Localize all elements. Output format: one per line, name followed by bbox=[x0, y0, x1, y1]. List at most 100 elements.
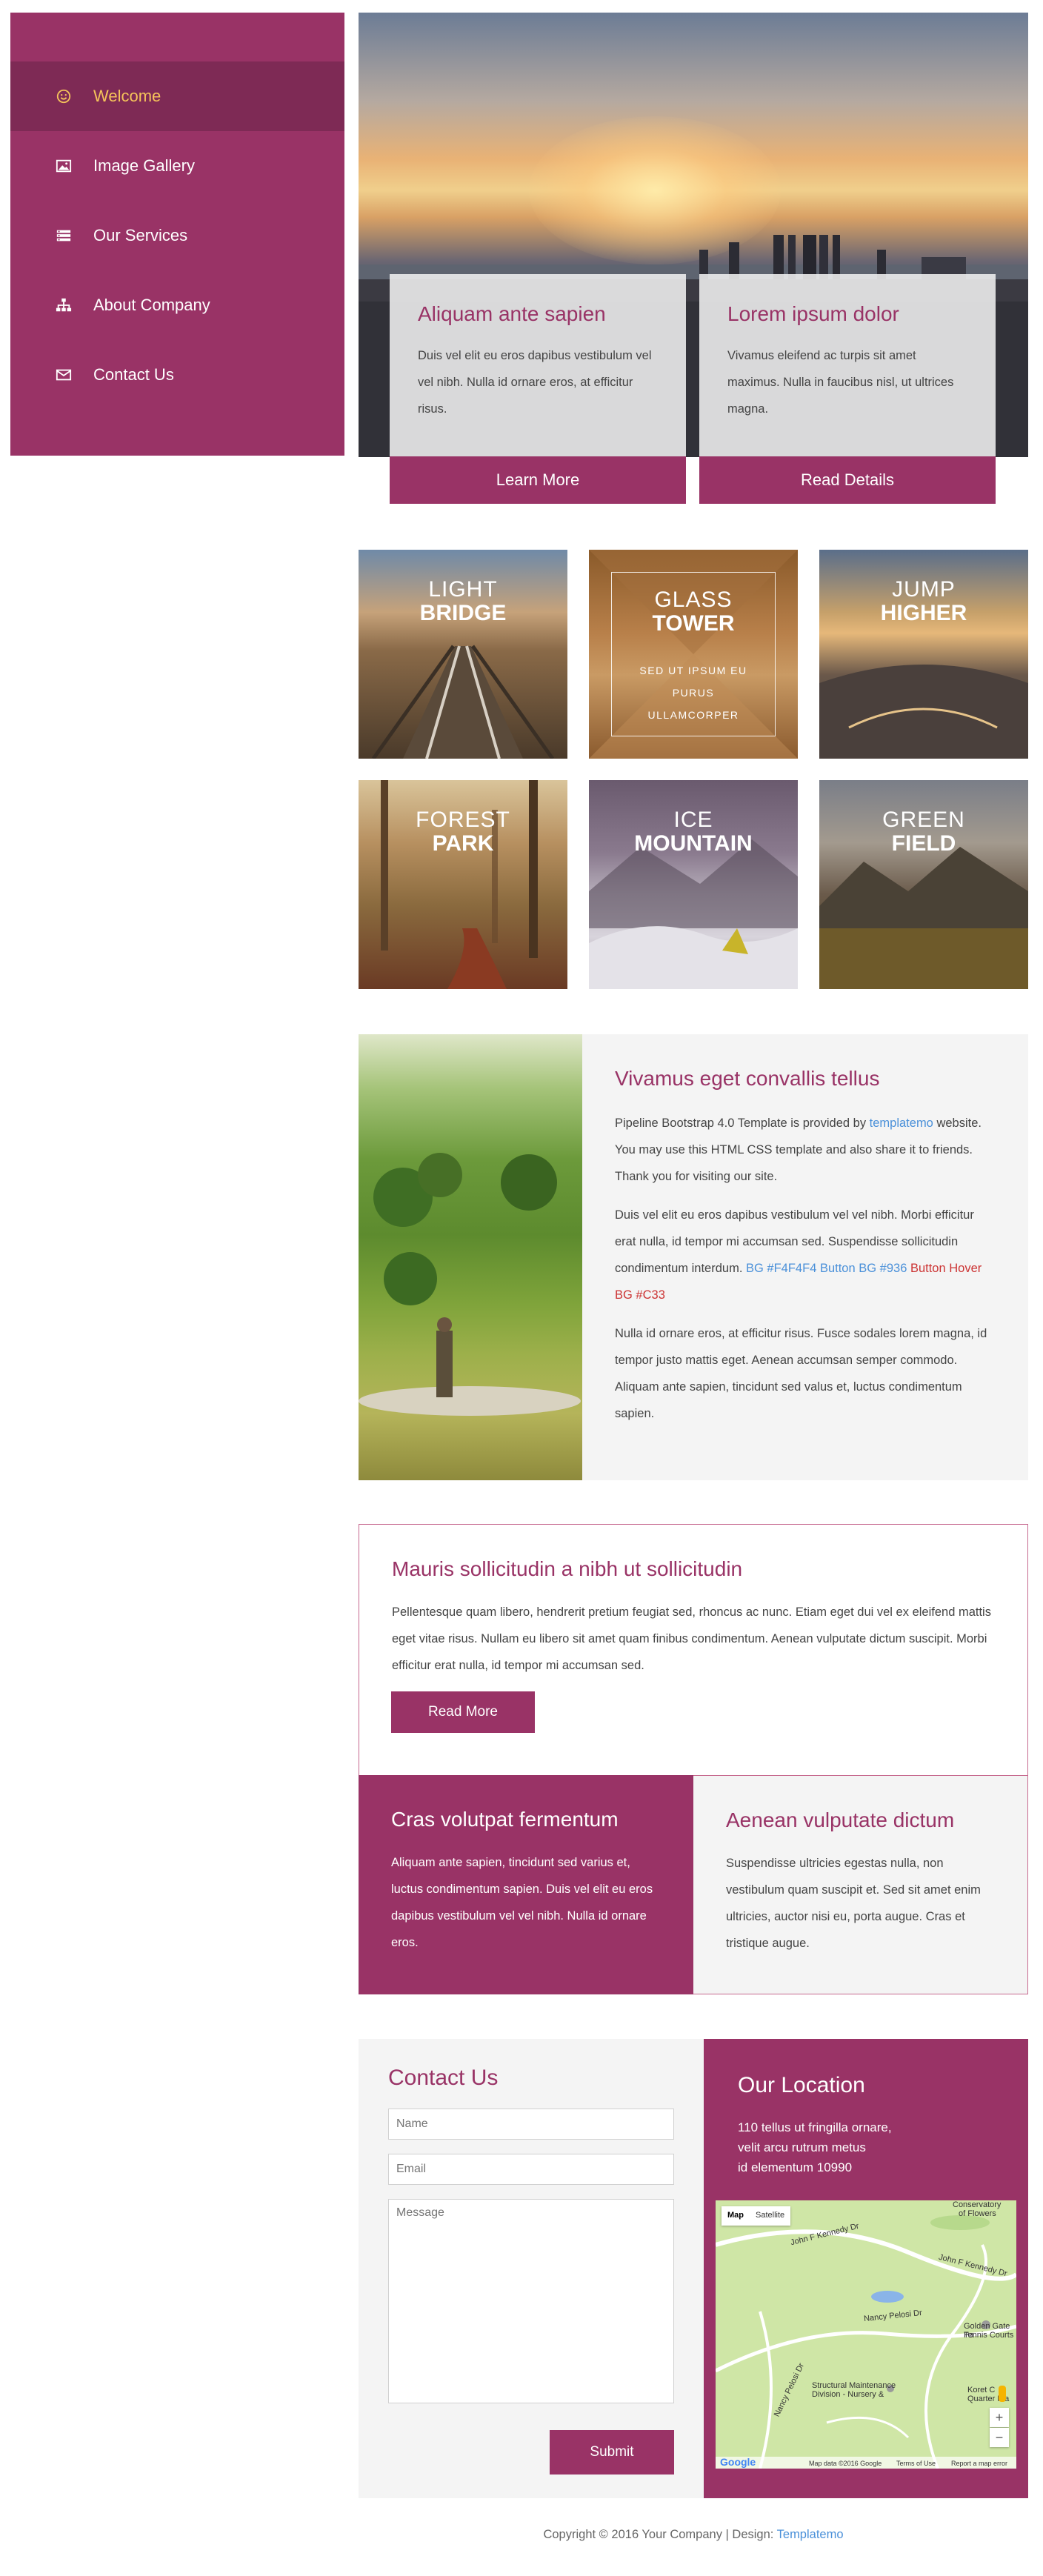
map-data-credit: Map data ©2016 Google bbox=[809, 2460, 882, 2467]
address-line-1: 110 tellus ut fringilla ornare, bbox=[738, 2120, 892, 2134]
zoom-out-button[interactable]: − bbox=[990, 2428, 1009, 2447]
aenean-text: Suspendisse ultricies egestas nulla, non… bbox=[726, 1857, 981, 1950]
google-logo: Google bbox=[720, 2456, 756, 2468]
contact-form-section: Contact Us Submit bbox=[359, 2039, 704, 2498]
list-icon bbox=[55, 227, 73, 244]
sidebar-nav: Welcome Image Gallery Our Services About… bbox=[10, 13, 344, 456]
gallery-tile-title-bold: PARK bbox=[432, 831, 494, 856]
shepherd-hill-image bbox=[359, 1034, 582, 1480]
hero-card-title: Aliquam ante sapien bbox=[418, 302, 606, 325]
cras-section: Cras volutpat fermentum Aliquam ante sap… bbox=[359, 1775, 693, 1994]
mauris-text: Pellentesque quam libero, hendrerit pret… bbox=[392, 1605, 991, 1672]
cras-title: Cras volutpat fermentum bbox=[391, 1808, 619, 1831]
gallery-tile-title: LIGHT BRIDGE bbox=[359, 578, 567, 625]
gallery-tile-title-bold: HIGHER bbox=[880, 601, 967, 625]
gallery-tile-title-light: ICE bbox=[673, 808, 713, 832]
gallery-tile-title-light: GREEN bbox=[882, 808, 965, 832]
sidebar-item-label: Contact Us bbox=[93, 365, 174, 384]
google-map[interactable]: Map Satellite Conservatory of Flowers Jo… bbox=[716, 2200, 1016, 2469]
sidebar-item-label: Our Services bbox=[93, 226, 188, 244]
read-details-button[interactable]: Read Details bbox=[699, 456, 996, 504]
learn-more-button[interactable]: Learn More bbox=[390, 456, 686, 504]
mauris-title: Mauris sollicitudin a nibh ut sollicitud… bbox=[392, 1557, 743, 1580]
about-paragraph-1: Pipeline Bootstrap 4.0 Template is provi… bbox=[615, 1110, 996, 1190]
gallery-tile-title: JUMP HIGHER bbox=[819, 578, 1028, 625]
map-label: Structural Maintenance bbox=[812, 2381, 896, 2390]
templatemo-footer-link[interactable]: Templatemo bbox=[777, 2528, 844, 2541]
gallery-tile-title-light: JUMP bbox=[892, 577, 956, 602]
aenean-title: Aenean vulputate dictum bbox=[726, 1808, 955, 1831]
gallery-tile-title: ICE MOUNTAIN bbox=[589, 808, 798, 856]
terms-link[interactable]: Terms of Use bbox=[896, 2459, 936, 2468]
copyright-text: Copyright © 2016 Your Company | Design: bbox=[543, 2528, 777, 2541]
color-note-blue: BG #F4F4F4 Button BG #936 bbox=[746, 1262, 907, 1275]
email-field[interactable] bbox=[388, 2154, 674, 2185]
submit-button[interactable]: Submit bbox=[550, 2430, 674, 2475]
map-tab[interactable]: Map bbox=[722, 2206, 750, 2226]
read-more-button[interactable]: Read More bbox=[391, 1691, 535, 1733]
gallery-tile-title: FOREST PARK bbox=[359, 808, 567, 856]
cras-text: Aliquam ante sapien, tincidunt sed variu… bbox=[391, 1856, 653, 1949]
sidebar-item-our-services[interactable]: Our Services bbox=[10, 201, 344, 270]
contact-title: Contact Us bbox=[388, 2066, 499, 2090]
address-line-2: velit arcu rutrum metus bbox=[738, 2140, 866, 2154]
gallery-tile-ice-mountain[interactable]: ICE MOUNTAIN bbox=[589, 780, 798, 989]
map-label: Tennis Courts bbox=[964, 2331, 1014, 2340]
gallery-tile-title-light: FOREST bbox=[416, 808, 510, 832]
gallery-tile-title-bold: MOUNTAIN bbox=[634, 831, 753, 856]
gallery-tile-jump-higher[interactable]: JUMP HIGHER bbox=[819, 550, 1028, 759]
page-footer: Copyright © 2016 Your Company | Design: … bbox=[359, 2528, 1028, 2542]
hero-card-left: Aliquam ante sapien Duis vel elit eu ero… bbox=[390, 274, 686, 456]
map-footer: Google Map data ©2016 Google Terms of Us… bbox=[716, 2457, 1016, 2469]
gallery-tile-title-light: LIGHT bbox=[428, 577, 498, 602]
sidebar-item-label: Welcome bbox=[93, 87, 161, 105]
gallery-tile-light-bridge[interactable]: LIGHT BRIDGE bbox=[359, 550, 567, 759]
location-title: Our Location bbox=[738, 2073, 865, 2097]
hero-card-text: Duis vel elit eu eros dapibus vestibulum… bbox=[418, 349, 652, 416]
zoom-in-button[interactable]: + bbox=[990, 2408, 1009, 2427]
sidebar-item-about-company[interactable]: About Company bbox=[10, 270, 344, 340]
name-field[interactable] bbox=[388, 2109, 674, 2140]
envelope-icon bbox=[55, 366, 73, 384]
map-label: Koret C bbox=[967, 2386, 996, 2394]
gallery-tile-title-bold: FIELD bbox=[891, 831, 956, 856]
templatemo-link[interactable]: templatemo bbox=[870, 1116, 933, 1130]
gallery-tile-title-bold: BRIDGE bbox=[419, 601, 507, 625]
hero-card-text: Vivamus eleifend ac turpis sit amet maxi… bbox=[727, 349, 954, 416]
hero-card-right: Lorem ipsum dolor Vivamus eleifend ac tu… bbox=[699, 274, 996, 456]
gallery-tile-title: GLASS TOWER bbox=[589, 588, 798, 636]
address-line-3: id elementum 10990 bbox=[738, 2160, 853, 2174]
map-label: Division - Nursery & bbox=[812, 2390, 884, 2399]
message-field[interactable] bbox=[388, 2199, 674, 2403]
map-label: of Flowers bbox=[959, 2209, 996, 2218]
satellite-tab[interactable]: Satellite bbox=[750, 2206, 790, 2226]
map-label: Conservatory bbox=[953, 2200, 1002, 2209]
sidebar-item-contact-us[interactable]: Contact Us bbox=[10, 340, 344, 410]
about-text: Pipeline Bootstrap 4.0 Template is provi… bbox=[615, 1116, 870, 1130]
sidebar-item-label: Image Gallery bbox=[93, 156, 195, 175]
gallery-tile-forest-park[interactable]: FOREST PARK bbox=[359, 780, 567, 989]
image-icon bbox=[55, 157, 73, 175]
gallery-tile-caption-line: SED UT IPSUM EU bbox=[639, 665, 747, 676]
report-error-link[interactable]: Report a map error bbox=[951, 2459, 1007, 2468]
map-type-toggle[interactable]: Map Satellite bbox=[722, 2206, 791, 2226]
gallery-tile-green-field[interactable]: GREEN FIELD bbox=[819, 780, 1028, 989]
location-section: Our Location 110 tellus ut fringilla orn… bbox=[704, 2039, 1028, 2498]
sidebar-item-welcome[interactable]: Welcome bbox=[10, 61, 344, 131]
about-paragraph-2: Duis vel elit eu eros dapibus vestibulum… bbox=[615, 1202, 996, 1308]
gallery-tile-title-light: GLASS bbox=[654, 588, 733, 612]
gallery-tile-glass-tower[interactable]: GLASS TOWER SED UT IPSUM EU PURUS ULLAMC… bbox=[589, 550, 798, 759]
about-paragraph-3: Nulla id ornare eros, at efficitur risus… bbox=[615, 1327, 987, 1420]
shepherd-scene bbox=[359, 1153, 581, 1416]
about-title: Vivamus eget convallis tellus bbox=[615, 1067, 880, 1090]
gallery-tile-caption-line: PURUS bbox=[672, 687, 715, 699]
pegman-icon[interactable] bbox=[999, 2386, 1006, 2402]
smile-icon bbox=[55, 87, 73, 105]
gallery-tile-title: GREEN FIELD bbox=[819, 808, 1028, 856]
aenean-section: Aenean vulputate dictum Suspendisse ultr… bbox=[693, 1775, 1028, 1994]
sidebar-item-label: About Company bbox=[93, 296, 210, 314]
gallery-tile-caption: SED UT IPSUM EU PURUS ULLAMCORPER bbox=[589, 659, 798, 726]
about-section: Vivamus eget convallis tellus Pipeline B… bbox=[582, 1034, 1028, 1480]
gallery-tile-title-bold: TOWER bbox=[652, 611, 735, 636]
sidebar-item-image-gallery[interactable]: Image Gallery bbox=[10, 131, 344, 201]
